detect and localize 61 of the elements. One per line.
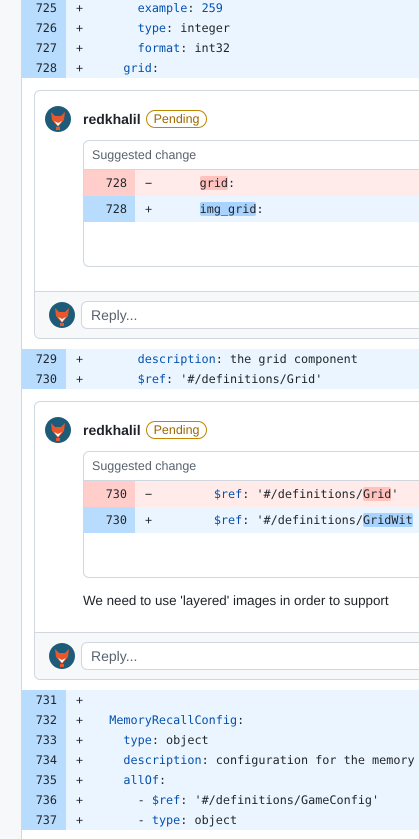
fox-avatar <box>45 417 71 443</box>
line-number: 731 <box>22 690 66 710</box>
line-number: 730 <box>84 481 135 507</box>
code-line: allOf: <box>122 773 166 787</box>
pending-badge: Pending <box>146 421 208 439</box>
line-number: 726 <box>22 18 66 38</box>
line-number: 725 <box>22 0 66 18</box>
diff-sign: + <box>75 753 84 767</box>
code-line: MemoryRecallConfig: <box>108 713 244 727</box>
line-number: 730 <box>84 507 135 533</box>
fox-avatar <box>49 643 75 669</box>
code-line: example: 259 <box>136 1 223 15</box>
code-line: - type: object <box>136 813 238 827</box>
fox-avatar <box>45 106 71 132</box>
code-line: grid: <box>198 176 236 190</box>
reply-field[interactable]: Reply... <box>81 301 419 329</box>
line-number: 734 <box>22 750 66 770</box>
diff-sign: + <box>75 773 84 787</box>
diff-sign: + <box>75 372 84 386</box>
code-line: type: object <box>122 733 209 747</box>
code-line: - $ref: '#/definitions/GameConfig' <box>136 793 380 807</box>
diff-sign: + <box>75 793 84 807</box>
line-number: 737 <box>22 810 66 830</box>
code-line: description: configuration for the memory <box>122 753 415 767</box>
line-number: 730 <box>22 369 66 389</box>
code-line: $ref: '#/definitions/Grid' <box>212 487 399 501</box>
comment-text: We need to use 'layered' images in order to support <box>83 593 390 608</box>
diff-sign: − <box>144 487 154 501</box>
pending-badge: Pending <box>146 110 208 128</box>
line-number: 728 <box>84 196 135 222</box>
code-line: format: int32 <box>136 41 230 55</box>
author-name[interactable]: redkhalil <box>83 422 141 438</box>
line-number: 728 <box>22 58 66 78</box>
line-number: 728 <box>84 170 135 196</box>
diff-sign: + <box>75 693 84 707</box>
author-name[interactable]: redkhalil <box>83 111 141 127</box>
diff-sign: + <box>75 733 84 747</box>
diff-sign: + <box>75 352 84 366</box>
diff-sign: + <box>75 21 84 35</box>
diff-sign: + <box>75 713 84 727</box>
code-line: grid: <box>122 61 159 75</box>
diff-sign: + <box>75 1 84 15</box>
line-number: 735 <box>22 770 66 790</box>
diff-sign: + <box>144 513 154 527</box>
fox-avatar <box>49 302 75 328</box>
code-line: $ref: '#/definitions/Grid' <box>136 372 322 386</box>
diff-sign: + <box>75 61 84 75</box>
code-line: description: the grid component <box>136 352 358 366</box>
line-number: 733 <box>22 730 66 750</box>
line-number: 732 <box>22 710 66 730</box>
line-number: 727 <box>22 38 66 58</box>
code-line: img_grid: <box>198 202 264 216</box>
diff-sign: + <box>75 813 84 827</box>
diff-sign: + <box>75 41 84 55</box>
code-line: $ref: '#/definitions/GridWit <box>212 513 413 527</box>
line-number: 729 <box>22 349 66 369</box>
diff-sign: − <box>144 176 154 190</box>
line-number: 736 <box>22 790 66 810</box>
reply-field[interactable]: Reply... <box>81 642 419 670</box>
diff-sign: + <box>144 202 154 216</box>
code-line: type: integer <box>136 21 230 35</box>
